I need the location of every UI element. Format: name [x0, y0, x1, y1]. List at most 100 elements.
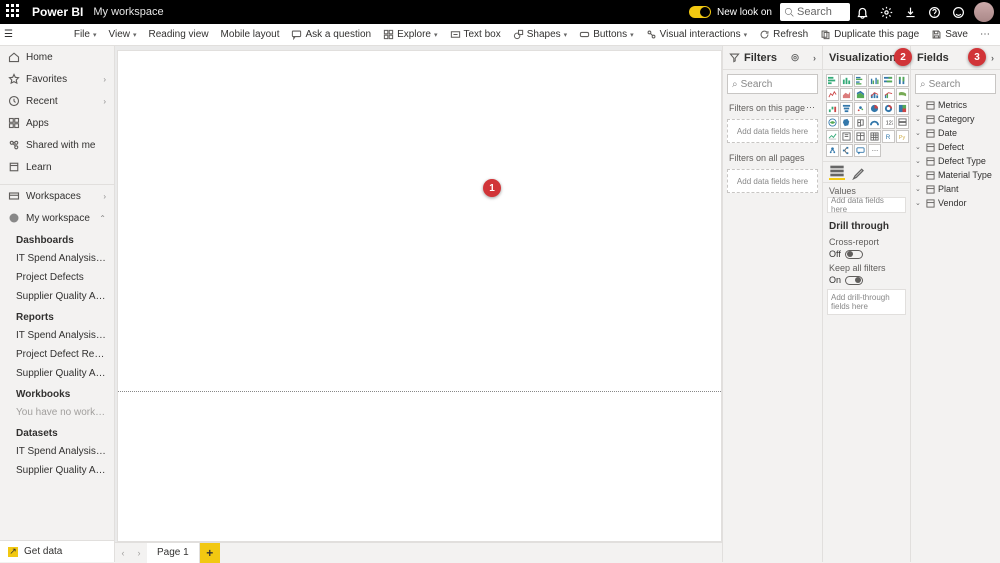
filters-all-dropzone[interactable]: Add data fields here [727, 169, 818, 193]
viz-line-column[interactable] [868, 88, 881, 101]
nav-my-workspace[interactable]: My workspace⌃ [0, 207, 114, 229]
viz-r[interactable]: R [882, 130, 895, 143]
dataset-item[interactable]: IT Spend Analysis S... [0, 442, 114, 461]
viz-decomposition[interactable] [840, 144, 853, 157]
nav-favorites[interactable]: Favorites› [0, 68, 114, 90]
field-table[interactable]: ⌄Vendor [911, 196, 1000, 210]
notifications-icon[interactable] [850, 0, 874, 24]
nav-home[interactable]: Home [0, 46, 114, 68]
viz-clustered-bar[interactable] [854, 74, 867, 87]
nav-shared[interactable]: Shared with me [0, 134, 114, 156]
field-table[interactable]: ⌄Defect Type [911, 154, 1000, 168]
keep-filters-toggle[interactable] [845, 276, 863, 285]
report-item[interactable]: Supplier Quality An... [0, 364, 114, 383]
viz-more[interactable]: ⋯ [868, 144, 881, 157]
app-launcher-icon[interactable] [6, 4, 22, 20]
viz-multi-card[interactable] [896, 116, 909, 129]
viz-qa[interactable] [854, 144, 867, 157]
explore-menu[interactable]: Explore▾ [377, 24, 443, 46]
more-icon[interactable]: ⋯ [806, 102, 816, 113]
fields-collapse-icon[interactable]: › [991, 53, 994, 63]
nav-toggle-icon[interactable]: ☰ [4, 29, 13, 40]
viz-waterfall[interactable] [826, 102, 839, 115]
fields-search[interactable]: ⌕Search [915, 74, 996, 94]
viz-ribbon[interactable] [896, 88, 909, 101]
viz-table[interactable] [854, 130, 867, 143]
page-next-button[interactable]: › [131, 543, 147, 563]
add-page-button[interactable]: + [200, 543, 220, 563]
refresh-button[interactable]: Refresh [753, 24, 814, 46]
mobile-layout-button[interactable]: Mobile layout [215, 24, 286, 46]
viz-stacked-bar[interactable] [826, 74, 839, 87]
viz-clustered-column[interactable] [868, 74, 881, 87]
values-dropzone[interactable]: Add data fields here [827, 197, 906, 213]
file-menu[interactable]: File▾ [68, 24, 103, 46]
viz-funnel[interactable] [840, 102, 853, 115]
view-menu[interactable]: View▾ [102, 24, 142, 46]
report-item[interactable]: Project Defect Report [0, 345, 114, 364]
viz-slicer[interactable] [840, 130, 853, 143]
dataset-item[interactable]: Supplier Quality An... [0, 461, 114, 480]
drillthrough-dropzone[interactable]: Add drill-through fields here [827, 289, 906, 315]
more-options-button[interactable]: ⋯ [974, 24, 996, 46]
viz-shape-map[interactable] [854, 116, 867, 129]
viz-donut[interactable] [882, 102, 895, 115]
page-prev-button[interactable]: ‹ [115, 543, 131, 563]
cross-report-toggle[interactable] [845, 250, 863, 259]
settings-icon[interactable] [874, 0, 898, 24]
fields-tab-icon[interactable] [829, 164, 845, 180]
viz-area[interactable] [840, 88, 853, 101]
reading-view-button[interactable]: Reading view [143, 24, 215, 46]
viz-map[interactable] [826, 116, 839, 129]
viz-stacked-column[interactable] [840, 74, 853, 87]
report-item[interactable]: IT Spend Analysis S... [0, 326, 114, 345]
viz-treemap[interactable] [896, 102, 909, 115]
viz-python[interactable]: Py [896, 130, 909, 143]
format-tab-icon[interactable] [851, 164, 867, 180]
nav-apps[interactable]: Apps [0, 112, 114, 134]
viz-100-column[interactable] [896, 74, 909, 87]
viz-key-influencers[interactable] [826, 144, 839, 157]
field-table[interactable]: ⌄Metrics [911, 98, 1000, 112]
text-box-button[interactable]: Text box [444, 24, 507, 46]
download-icon[interactable] [898, 0, 922, 24]
nav-workspaces[interactable]: Workspaces› [0, 185, 114, 207]
field-table[interactable]: ⌄Date [911, 126, 1000, 140]
viz-stacked-area[interactable] [854, 88, 867, 101]
save-button[interactable]: Save [925, 24, 974, 46]
field-table[interactable]: ⌄Material Type [911, 168, 1000, 182]
get-data-button[interactable]: ↗Get data [0, 540, 114, 562]
dashboard-item[interactable]: Supplier Quality An... [0, 287, 114, 306]
duplicate-page-button[interactable]: Duplicate this page [814, 24, 925, 46]
report-canvas[interactable]: 1 [117, 50, 722, 542]
filters-view-icon[interactable]: ◎ [791, 52, 799, 63]
viz-line[interactable] [826, 88, 839, 101]
filters-page-dropzone[interactable]: Add data fields here [727, 119, 818, 143]
dashboard-item[interactable]: IT Spend Analysis S... [0, 249, 114, 268]
ask-question-button[interactable]: Ask a question [285, 24, 377, 46]
viz-gauge[interactable] [868, 116, 881, 129]
field-table[interactable]: ⌄Plant [911, 182, 1000, 196]
filters-search[interactable]: ⌕Search [727, 74, 818, 94]
viz-matrix[interactable] [868, 130, 881, 143]
visual-interactions-menu[interactable]: Visual interactions▾ [640, 24, 754, 46]
viz-pie[interactable] [868, 102, 881, 115]
field-table[interactable]: ⌄Defect [911, 140, 1000, 154]
field-table[interactable]: ⌄Category [911, 112, 1000, 126]
nav-learn[interactable]: Learn [0, 156, 114, 178]
viz-kpi[interactable] [826, 130, 839, 143]
viz-filled-map[interactable] [840, 116, 853, 129]
viz-card[interactable]: 123 [882, 116, 895, 129]
feedback-icon[interactable] [946, 0, 970, 24]
buttons-menu[interactable]: Buttons▾ [573, 24, 639, 46]
global-search[interactable]: Search [780, 3, 850, 21]
user-avatar[interactable] [974, 2, 994, 22]
help-icon[interactable] [922, 0, 946, 24]
dashboard-item[interactable]: Project Defects [0, 268, 114, 287]
new-look-toggle[interactable] [689, 6, 711, 18]
viz-100-bar[interactable] [882, 74, 895, 87]
viz-scatter[interactable] [854, 102, 867, 115]
nav-recent[interactable]: Recent› [0, 90, 114, 112]
filters-collapse-icon[interactable]: › [813, 53, 816, 63]
shapes-menu[interactable]: Shapes▾ [507, 24, 573, 46]
